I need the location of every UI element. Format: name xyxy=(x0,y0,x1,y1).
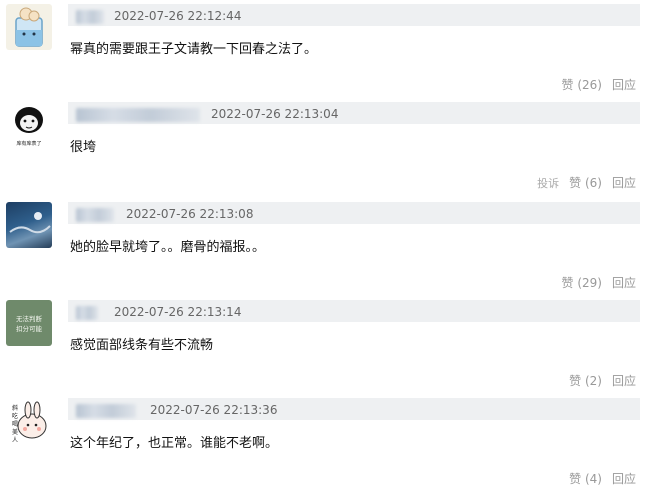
timestamp: 2022-07-26 22:13:08 xyxy=(126,207,254,221)
comment-meta: 2022-07-26 22:12:44 xyxy=(68,4,640,26)
avatar[interactable]: 斜 吃 喝 美 人 xyxy=(6,398,52,444)
comment-text: 感觉面部线条有些不流畅 xyxy=(70,338,214,353)
avatar-caption: 斜 xyxy=(12,404,18,412)
reply-button[interactable]: 回应 xyxy=(612,470,636,487)
comment-meta: 2022-07-26 22:13:14 xyxy=(68,300,640,322)
comment-actions: 投诉 赞 (6) 回应 xyxy=(537,174,636,191)
avatar-caption: 库有库表了 xyxy=(16,140,41,147)
username-blurred[interactable] xyxy=(76,108,200,122)
timestamp: 2022-07-26 22:12:44 xyxy=(114,9,242,23)
timestamp: 2022-07-26 22:13:04 xyxy=(211,107,339,121)
timestamp: 2022-07-26 22:13:36 xyxy=(150,403,278,417)
avatar[interactable]: 无法判断 扣分可能 xyxy=(6,300,52,346)
comment-meta: 2022-07-26 22:13:08 xyxy=(68,202,640,224)
comment-actions: 赞 (4) 回应 xyxy=(569,470,636,487)
reply-button[interactable]: 回应 xyxy=(612,372,636,389)
reply-button[interactable]: 回应 xyxy=(612,174,636,191)
like-button[interactable]: 赞 (2) xyxy=(569,372,602,389)
avatar-caption: 扣分可能 xyxy=(16,324,43,333)
comment-text: 这个年纪了，也正常。谁能不老啊。 xyxy=(70,436,279,451)
comment-meta: 2022-07-26 22:13:04 xyxy=(68,102,640,124)
timestamp: 2022-07-26 22:13:14 xyxy=(114,305,242,319)
avatar-caption: 吃 xyxy=(12,412,18,420)
reply-button[interactable]: 回应 xyxy=(612,274,636,291)
like-button[interactable]: 赞 (6) xyxy=(569,174,602,191)
like-button[interactable]: 赞 (4) xyxy=(569,470,602,487)
report-button[interactable]: 投诉 xyxy=(537,175,559,191)
comment-item: 斜 吃 喝 美 人 2022-07-26 22:13:36 这个年纪了，也正常。… xyxy=(0,394,650,492)
comment-text: 幂真的需要跟王子文请教一下回春之法了。 xyxy=(70,42,318,57)
avatar[interactable]: 库有库表了 xyxy=(6,102,52,148)
comment-item: 无法判断 扣分可能 2022-07-26 22:13:14 感觉面部线条有些不流… xyxy=(0,296,650,394)
like-button[interactable]: 赞 (29) xyxy=(562,274,602,291)
comment-text: 她的脸早就垮了。。磨骨的福报。。 xyxy=(70,240,266,255)
username-blurred[interactable] xyxy=(76,306,98,320)
avatar[interactable] xyxy=(6,4,52,50)
comment-text: 很垮 xyxy=(70,140,97,155)
comment-item: 2022-07-26 22:12:44 幂真的需要跟王子文请教一下回春之法了。 … xyxy=(0,0,650,98)
avatar-caption: 人 xyxy=(12,437,18,444)
username-blurred[interactable] xyxy=(76,404,136,418)
comment-actions: 赞 (2) 回应 xyxy=(569,372,636,389)
username-blurred[interactable] xyxy=(76,208,114,222)
comment-actions: 赞 (26) 回应 xyxy=(562,76,636,93)
comment-meta: 2022-07-26 22:13:36 xyxy=(68,398,640,420)
username-blurred[interactable] xyxy=(76,10,104,24)
comment-item: 2022-07-26 22:13:08 她的脸早就垮了。。磨骨的福报。。 赞 (… xyxy=(0,198,650,296)
avatar-caption: 无法判断 xyxy=(16,314,43,323)
avatar-caption: 美 xyxy=(12,428,18,436)
comment-actions: 赞 (29) 回应 xyxy=(562,274,636,291)
reply-button[interactable]: 回应 xyxy=(612,76,636,93)
avatar-caption: 喝 xyxy=(12,421,18,428)
comment-item: 库有库表了 2022-07-26 22:13:04 很垮 投诉 赞 (6) 回应 xyxy=(0,98,650,196)
like-button[interactable]: 赞 (26) xyxy=(562,76,602,93)
avatar[interactable] xyxy=(6,202,52,248)
